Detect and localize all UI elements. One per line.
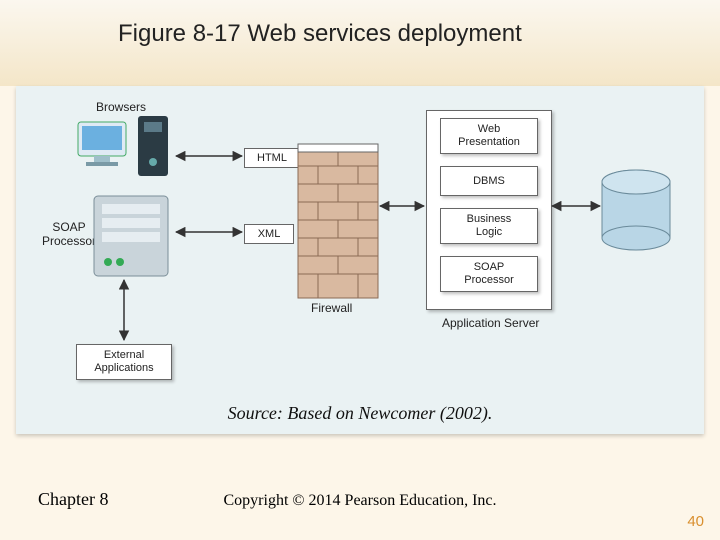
slide: Figure 8-17 Web services deployment Brow… (0, 0, 720, 540)
app-server-caption: Application Server (442, 316, 539, 330)
figure-title: Figure 8-17 Web services deployment (118, 20, 522, 48)
source-citation: Source: Based on Newcomer (2002). (16, 403, 704, 424)
firewall-label: Firewall (311, 301, 352, 315)
soap-client-label: SOAP Processor (42, 220, 96, 248)
html-tag: HTML (244, 148, 300, 168)
server-icon (94, 196, 168, 276)
xml-tag: XML (244, 224, 294, 244)
diagram-svg (16, 86, 704, 434)
firewall-icon (298, 144, 378, 298)
db-label: DB (628, 226, 645, 240)
copyright-line: Copyright © 2014 Pearson Education, Inc. (0, 492, 720, 510)
monitor-icon (78, 122, 126, 166)
soap-server-box: SOAP Processor (440, 256, 538, 292)
business-logic-box: Business Logic (440, 208, 538, 244)
page-number: 40 (687, 513, 704, 530)
tower-icon (138, 116, 168, 176)
dbms-box: DBMS (440, 166, 538, 196)
web-presentation-box: Web Presentation (440, 118, 538, 154)
external-apps-box: External Applications (76, 344, 172, 380)
browsers-label: Browsers (96, 100, 146, 114)
diagram-panel: Browsers SOAP Processor Firewall Applica… (16, 86, 704, 434)
